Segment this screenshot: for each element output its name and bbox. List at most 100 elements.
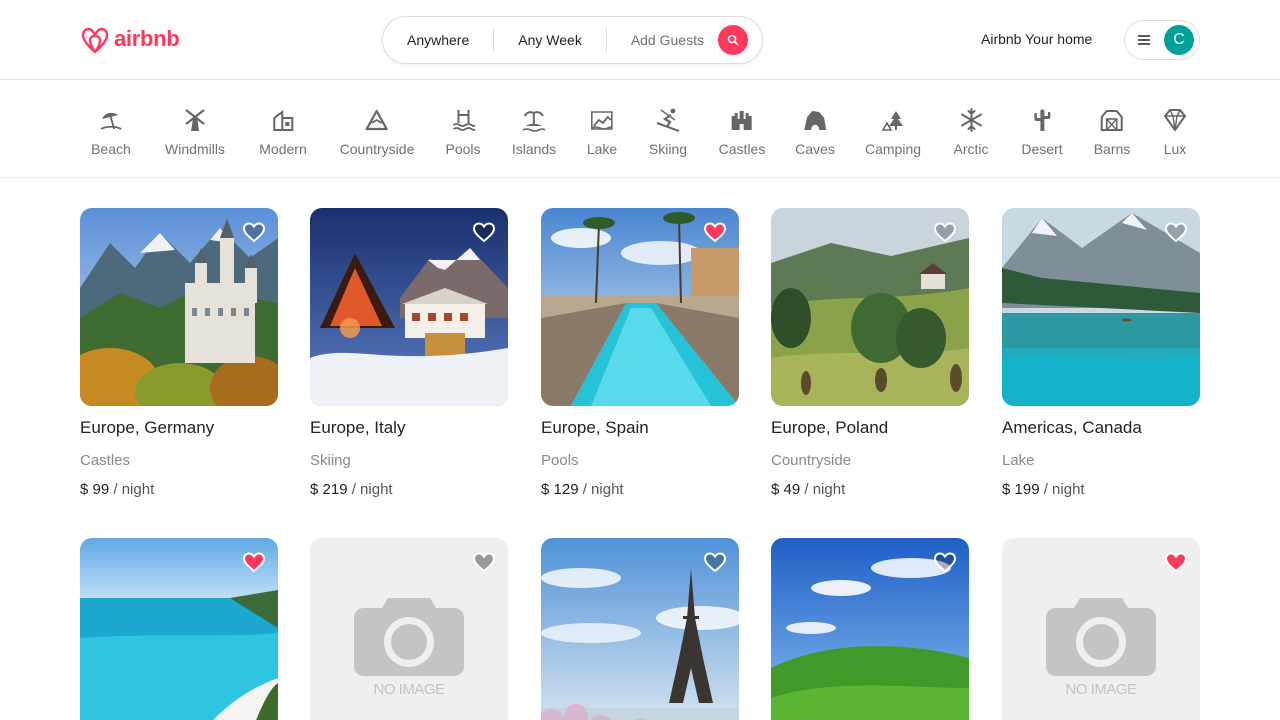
listing-card[interactable]: Europe, Poland Countryside $ 49 / night	[771, 208, 969, 498]
listing-price: $ 199 / night	[1002, 481, 1200, 498]
search-bar[interactable]: Anywhere Any Week Add Guests	[382, 16, 763, 64]
category-caves[interactable]: Caves	[795, 107, 835, 157]
airbnb-your-home-link[interactable]: Airbnb Your home	[981, 31, 1092, 47]
heart-icon[interactable]	[472, 550, 496, 574]
listing-category: Lake	[1002, 452, 1035, 469]
listing-card[interactable]: Europe, Germany Castles $ 99 / night	[80, 208, 278, 498]
modern-house-icon	[273, 110, 293, 131]
listing-photo[interactable]	[771, 208, 969, 406]
listing-category: Skiing	[310, 452, 351, 469]
search-any-week[interactable]: Any Week	[494, 17, 606, 63]
category-barns[interactable]: Barns	[1093, 107, 1131, 157]
category-label: Lake	[586, 141, 618, 157]
listing-photo-placeholder[interactable]: NO IMAGE	[310, 538, 508, 720]
listing-card[interactable]: Americas, Canada Lake $ 199 / night	[1002, 208, 1200, 498]
price-unit: / night	[113, 481, 155, 498]
price-amount: $ 129	[541, 481, 579, 498]
listing-photo-placeholder[interactable]: NO IMAGE	[1002, 538, 1200, 720]
listing-location: Europe, Poland	[771, 418, 889, 437]
airbnb-logo[interactable]: airbnb	[80, 22, 180, 56]
category-label: Arctic	[953, 141, 989, 157]
listing-card[interactable]	[80, 538, 278, 720]
category-label: Desert	[1021, 141, 1063, 157]
listing-card[interactable]: NO IMAGE	[310, 538, 508, 720]
heart-icon[interactable]	[703, 220, 727, 244]
category-label: Modern	[259, 141, 307, 157]
category-label: Caves	[795, 141, 835, 157]
listing-photo[interactable]	[80, 538, 278, 720]
heart-icon[interactable]	[933, 550, 957, 574]
heart-icon[interactable]	[1164, 550, 1188, 574]
category-countryside[interactable]: Countryside	[339, 107, 415, 157]
skiing-icon	[656, 108, 680, 132]
search-button[interactable]	[717, 25, 748, 55]
countryside-icon	[365, 109, 389, 131]
category-castles[interactable]: Castles	[718, 107, 766, 157]
heart-icon[interactable]	[703, 550, 727, 574]
pool-icon	[452, 110, 475, 131]
listing-location: Europe, Spain	[541, 418, 649, 437]
category-bar: Beach Windmills Modern Countryside Pools…	[0, 81, 1280, 178]
listing-price: $ 49 / night	[771, 481, 969, 498]
listing-price: $ 99 / night	[80, 481, 278, 498]
airbnb-logo-icon	[81, 27, 109, 54]
category-windmills[interactable]: Windmills	[165, 107, 225, 157]
category-lake[interactable]: Lake	[587, 107, 617, 157]
category-label: Lux	[1163, 141, 1187, 157]
no-image-label: NO IMAGE	[1065, 681, 1137, 698]
hamburger-menu-icon	[1138, 35, 1150, 45]
camping-icon	[881, 111, 903, 131]
listing-card[interactable]: Europe, Spain Pools $ 129 / night	[541, 208, 739, 498]
category-desert[interactable]: Desert	[1021, 107, 1063, 157]
listing-card[interactable]: NO IMAGE	[1002, 538, 1200, 720]
heart-icon[interactable]	[472, 220, 496, 244]
heart-icon[interactable]	[1164, 220, 1188, 244]
category-label: Islands	[511, 141, 557, 157]
heart-icon[interactable]	[242, 220, 266, 244]
brand-name: airbnb	[114, 26, 180, 51]
avatar: C	[1164, 25, 1194, 55]
listing-card[interactable]: Europe, Italy Skiing $ 219 / night	[310, 208, 508, 498]
island-icon	[522, 111, 546, 132]
category-label: Barns	[1093, 141, 1131, 157]
castle-icon	[732, 111, 752, 130]
category-islands[interactable]: Islands	[512, 107, 556, 157]
category-label: Windmills	[165, 141, 225, 157]
category-arctic[interactable]: Arctic	[954, 107, 989, 157]
price-unit: / night	[582, 481, 624, 498]
user-menu-button[interactable]: C	[1124, 20, 1200, 60]
price-amount: $ 49	[771, 481, 801, 498]
listing-card[interactable]	[541, 538, 739, 720]
category-lux[interactable]: Lux	[1162, 107, 1188, 157]
barn-icon	[1100, 110, 1123, 131]
listing-category: Castles	[80, 452, 131, 469]
price-amount: $ 219	[310, 481, 348, 498]
category-camping[interactable]: Camping	[865, 107, 921, 157]
listing-photo[interactable]	[771, 538, 969, 720]
category-label: Countryside	[339, 141, 415, 157]
top-header: airbnb Anywhere Any Week Add Guests Airb…	[0, 0, 1280, 80]
listing-photo[interactable]	[1002, 208, 1200, 406]
search-anywhere[interactable]: Anywhere	[383, 17, 493, 63]
heart-icon[interactable]	[933, 220, 957, 244]
cave-icon	[804, 111, 826, 130]
listing-photo[interactable]	[541, 538, 739, 720]
category-label: Skiing	[648, 141, 688, 157]
no-image-label: NO IMAGE	[373, 681, 445, 698]
listing-photo[interactable]	[80, 208, 278, 406]
snowflake-icon	[960, 108, 982, 132]
category-label: Castles	[718, 141, 766, 157]
heart-icon[interactable]	[242, 550, 266, 574]
listing-photo[interactable]	[310, 208, 508, 406]
listing-price: $ 219 / night	[310, 481, 508, 498]
diamond-icon	[1164, 109, 1186, 131]
category-beach[interactable]: Beach	[91, 107, 131, 157]
listing-card[interactable]	[771, 538, 969, 720]
listing-photo[interactable]	[541, 208, 739, 406]
category-pools[interactable]: Pools	[445, 107, 481, 157]
listing-location: Europe, Germany	[80, 418, 215, 437]
category-skiing[interactable]: Skiing	[649, 107, 687, 157]
category-modern[interactable]: Modern	[259, 107, 307, 157]
search-add-guests[interactable]: Add Guests	[607, 17, 716, 63]
listing-price: $ 129 / night	[541, 481, 739, 498]
